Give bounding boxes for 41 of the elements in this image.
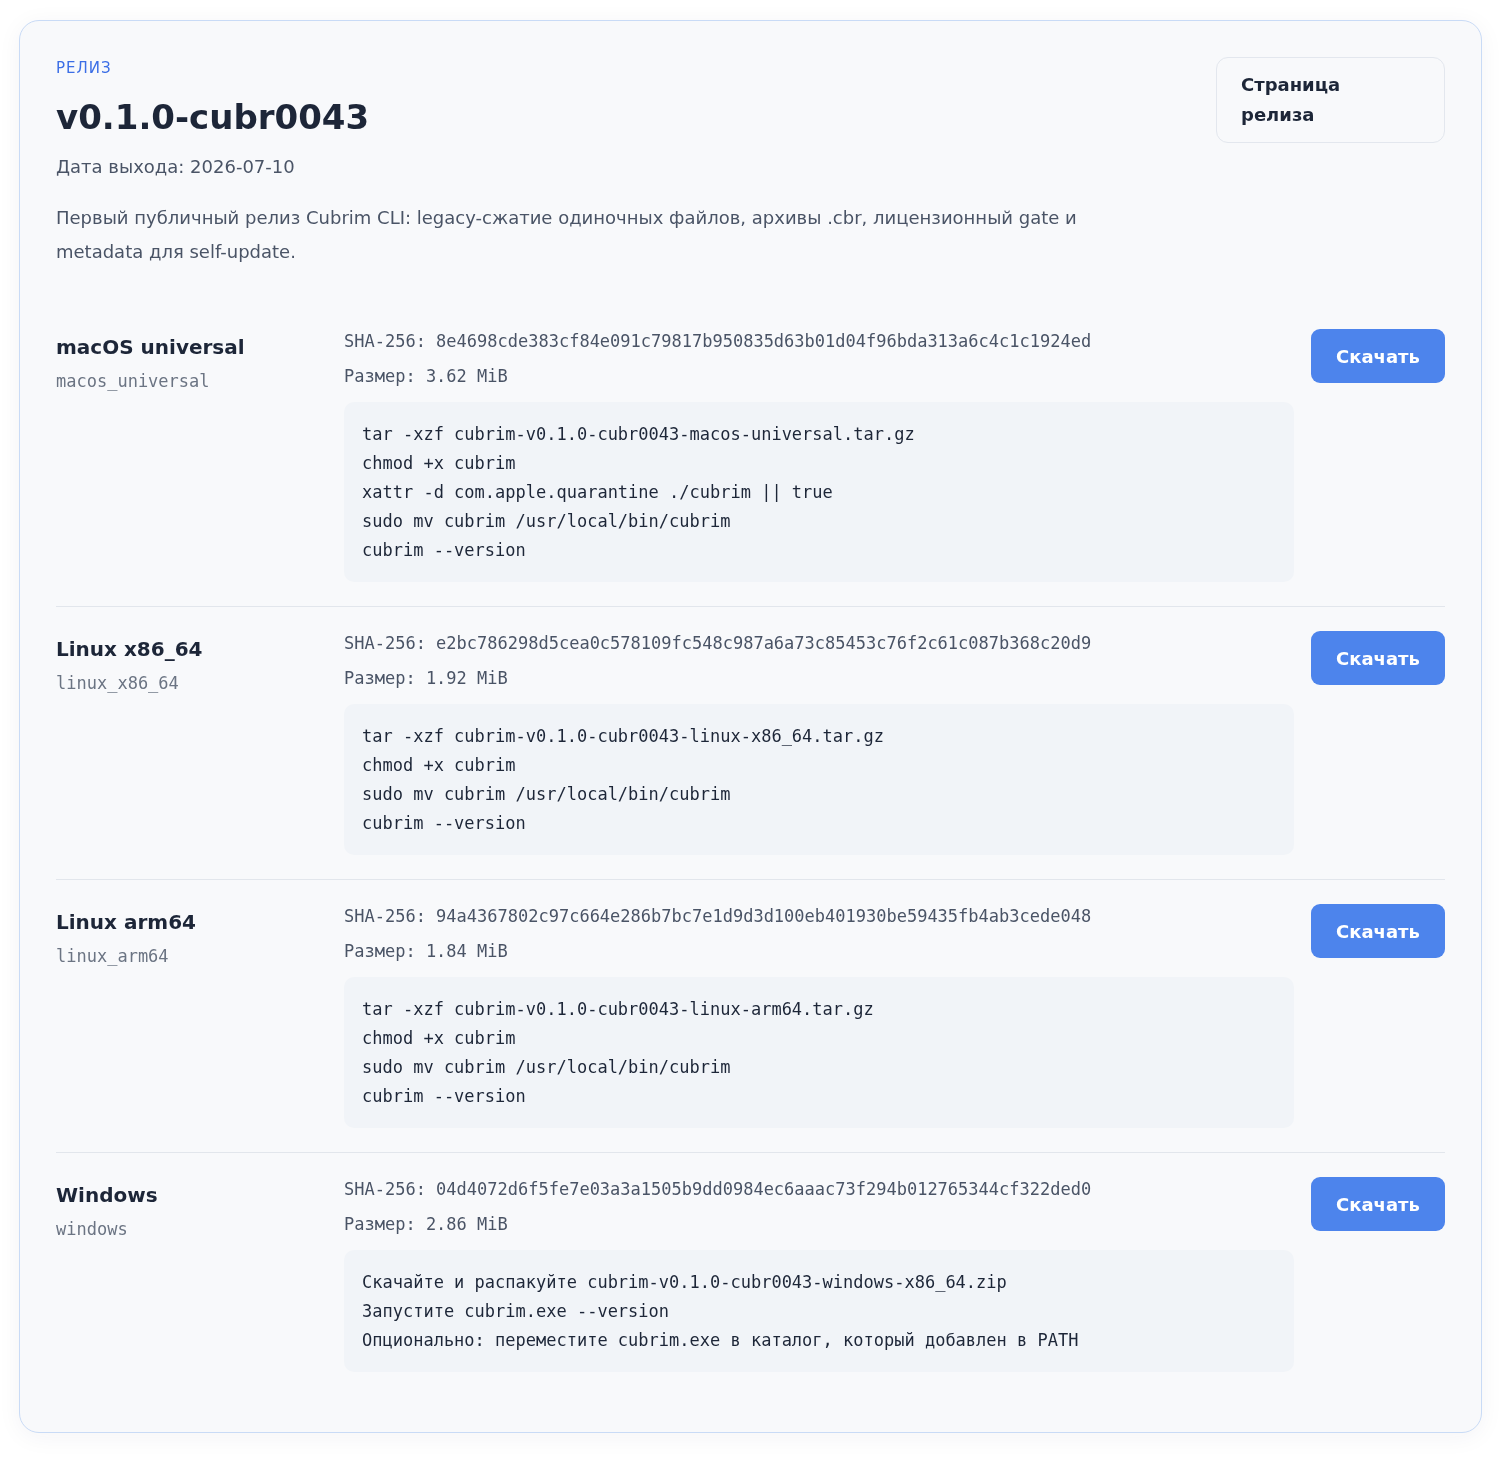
release-title: v0.1.0-cubr0043 <box>56 96 371 139</box>
command-line: cubrim --version <box>362 1085 527 1108</box>
command-line: sudo mv cubrim /usr/local/bin/cubrim <box>362 510 732 533</box>
checksum-text: SHA-256: 8e4698cde383cf84e091c79817b950835d63b01d04f96bda313a6c4c1c1924ed <box>344 330 1093 353</box>
download-button[interactable]: Скачать <box>1311 329 1445 383</box>
download-button[interactable]: Скачать <box>1311 904 1445 958</box>
release-description: Первый публичный релиз Cubrim CLI: legacy-сжатие одиночных файлов, архивы .cbr, лицензионный gate и metadata для self-update. <box>56 206 1078 264</box>
file-size: Размер: 1.92 MiB <box>344 667 509 690</box>
platform-name: Linux x86_64 <box>56 636 204 663</box>
release-date: Дата выхода: 2026-07-10 <box>56 155 296 179</box>
platform-id: macos_universal <box>56 371 211 391</box>
platform-id: linux_x86_64 <box>56 673 180 693</box>
file-size: Размер: 2.86 MiB <box>344 1213 509 1236</box>
download-button[interactable]: Скачать <box>1311 1177 1445 1231</box>
command-line: Опционально: переместите cubrim.exe в каталог, который добавлен в PATH <box>362 1329 1080 1352</box>
release-page-button[interactable]: Страница релиза <box>1216 57 1445 143</box>
checksum-text: SHA-256: 04d4072d6f5fe7e03a3a1505b9dd0984ec6aaac73f294b012765344cf322ded0 <box>344 1178 1093 1201</box>
command-line: sudo mv cubrim /usr/local/bin/cubrim <box>362 1056 732 1079</box>
command-line: cubrim --version <box>362 812 527 835</box>
file-size: Размер: 3.62 MiB <box>344 365 509 388</box>
platform-name: macOS universal <box>56 334 246 361</box>
platform-name: Windows <box>56 1182 159 1209</box>
platform-id: linux_arm64 <box>56 946 170 966</box>
command-line: tar -xzf cubrim-v0.1.0-cubr0043-linux-arm64.tar.gz <box>362 998 875 1021</box>
command-line: cubrim --version <box>362 539 527 562</box>
command-line: chmod +x cubrim <box>362 1027 517 1050</box>
section-label: РЕЛИЗ <box>56 58 113 79</box>
command-line: chmod +x cubrim <box>362 452 517 475</box>
platform-name: Linux arm64 <box>56 909 197 936</box>
command-line: tar -xzf cubrim-v0.1.0-cubr0043-macos-universal.tar.gz <box>362 423 916 446</box>
platform-id: windows <box>56 1219 129 1239</box>
download-button[interactable]: Скачать <box>1311 631 1445 685</box>
checksum-text: SHA-256: e2bc786298d5cea0c578109fc548c987a6a73c85453c76f2c61c087b368c20d9 <box>344 632 1093 655</box>
command-line: tar -xzf cubrim-v0.1.0-cubr0043-linux-x86_64.tar.gz <box>362 725 885 748</box>
command-line: chmod +x cubrim <box>362 754 517 777</box>
command-line: sudo mv cubrim /usr/local/bin/cubrim <box>362 783 732 806</box>
checksum-text: SHA-256: 94a4367802c97c664e286b7bc7e1d9d3d100eb401930be59435fb4ab3cede048 <box>344 905 1093 928</box>
command-line: Скачайте и распакуйте cubrim-v0.1.0-cubr0043-windows-x86_64.zip <box>362 1271 1008 1294</box>
command-line: xattr -d com.apple.quarantine ./cubrim || true <box>362 481 834 504</box>
command-line: Запустите cubrim.exe --version <box>362 1300 671 1323</box>
file-size: Размер: 1.84 MiB <box>344 940 509 963</box>
